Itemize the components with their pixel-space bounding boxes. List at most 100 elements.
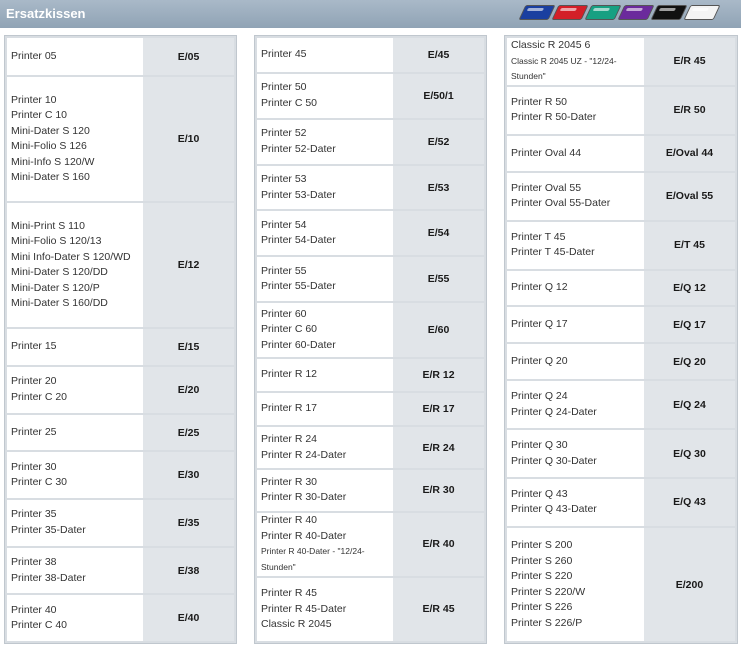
pad-code-cell: E/15: [143, 329, 234, 366]
pad-code-cell: E/Q 43: [644, 479, 735, 526]
product-names-cell: Printer 10 Printer C 10 Mini-Dater S 120 Mi…: [7, 77, 143, 202]
product-name: Printer 38: [11, 556, 57, 569]
pad-code-cell: E/55: [393, 257, 484, 302]
table-row: Printer 50 Printer C 50 E/50/1: [257, 74, 484, 118]
table-row: Printer T 45 Printer T 45-Dater E/T 45: [507, 221, 735, 269]
swatch-shine: [625, 8, 644, 11]
product-name: Printer Q 30: [511, 439, 568, 452]
product-names-cell: Printer R 45 Printer R 45-Dater Classic R …: [257, 577, 393, 642]
color-swatch-violet[interactable]: [617, 5, 655, 20]
product-name: Printer S 226/P: [511, 616, 583, 629]
product-name: Mini-Dater S 120: [11, 124, 90, 137]
table-row: Printer R 50 Printer R 50-Dater E/R 50: [507, 86, 735, 134]
color-swatch-white[interactable]: [683, 5, 721, 20]
product-name: Mini-Dater S 120/DD: [11, 266, 108, 279]
product-names-cell: Printer 54 Printer 54-Dater: [257, 211, 393, 256]
product-name: Printer S 220: [511, 570, 573, 582]
pad-code-cell: E/Q 20: [644, 344, 735, 380]
table-row: Printer 52 Printer 52-Dater E/52: [257, 119, 484, 164]
table-row: Printer 10 Printer C 10 Mini-Dater S 120 Mi…: [7, 77, 234, 202]
section-title: Ersatzkissen: [6, 6, 86, 21]
product-name: Printer Oval 55-Dater: [511, 197, 611, 210]
product-names-cell: Printer Q 17: [507, 307, 644, 343]
product-name: Printer R 30-Dater: [261, 491, 347, 504]
product-names-cell: Printer 60 Printer C 60 Printer 60-Dater: [257, 303, 393, 357]
product-name: Printer R 30: [261, 475, 318, 488]
product-name: Printer Q 12: [511, 281, 568, 294]
product-name: Printer Q 20: [511, 354, 568, 367]
color-swatch-green[interactable]: [584, 5, 622, 20]
table-row: Printer R 17 E/R 17: [257, 393, 484, 426]
product-names-cell: Printer R 24 Printer R 24-Dater: [257, 427, 393, 468]
table-row: Mini-Print S 110 Mini-Folio S 120/13 Mini …: [7, 203, 234, 328]
table-row: Printer Oval 55 Printer Oval 55-Dater E/Ov…: [507, 172, 735, 220]
product-name: Printer S 220/W: [511, 585, 586, 598]
product-name: Printer R 17: [261, 402, 318, 415]
product-name: Printer Q 43: [511, 487, 568, 500]
pad-code-cell: E/50/1: [393, 74, 484, 118]
table-row: Printer R 30 Printer R 30-Dater E/R 30: [257, 469, 484, 511]
product-name: Printer C 30: [11, 476, 68, 489]
product-names-cell: Printer 30 Printer C 30: [7, 452, 143, 499]
pad-code-cell: E/40: [143, 595, 234, 641]
product-name: Mini-Print S 110: [11, 219, 85, 232]
product-name: Printer S 260: [511, 554, 573, 567]
product-names-cell: Classic R 2045 6 Classic R 2045 UZ - "12/…: [507, 38, 644, 85]
swatch-shine: [526, 8, 545, 11]
product-name: Mini-Folio S 120/13: [11, 235, 102, 248]
product-names-cell: Printer 40 Printer C 40: [7, 595, 143, 641]
product-name: Printer R 50: [511, 95, 568, 108]
table-row: Printer 40 Printer C 40 E/40: [7, 595, 234, 641]
product-name: Printer 60: [261, 307, 307, 320]
product-name: Printer 60-Dater: [261, 338, 336, 351]
table-row: Printer Q 17 E/Q 17: [507, 307, 735, 343]
product-names-cell: Mini-Print S 110 Mini-Folio S 120/13 Mini …: [7, 203, 143, 328]
pad-code-cell: E/Oval 44: [644, 135, 735, 171]
product-names-cell: Printer S 200 Printer S 260 Printer S 220 P…: [507, 527, 644, 642]
product-name: Mini-Dater S 160/DD: [11, 297, 108, 310]
product-names-cell: Printer 35 Printer 35-Dater: [7, 500, 143, 546]
pad-code-cell: E/30: [143, 452, 234, 499]
product-name: Mini-Info S 120/W: [11, 155, 95, 168]
pad-code-cell: E/20: [143, 367, 234, 413]
product-name: Mini-Dater S 120/P: [11, 281, 100, 294]
product-name: Printer R 40: [261, 514, 318, 527]
product-name: Printer 54: [261, 218, 307, 231]
product-names-cell: Printer Q 12: [507, 270, 644, 306]
product-name: Printer 10: [11, 93, 57, 106]
table-row: Printer 35 Printer 35-Dater E/35: [7, 500, 234, 546]
product-name: Printer 45: [261, 48, 307, 61]
table-row: Printer 15 E/15: [7, 329, 234, 366]
product-name: Printer R 45-Dater: [261, 602, 347, 615]
pad-code-cell: E/R 17: [393, 393, 484, 426]
swatch-shine: [691, 8, 710, 11]
swatch-shine: [658, 8, 677, 11]
table-column-3: Classic R 2045 6 Classic R 2045 UZ - "12/…: [504, 35, 738, 644]
product-name: Printer 38-Dater: [11, 571, 86, 584]
product-names-cell: Printer R 30 Printer R 30-Dater: [257, 469, 393, 511]
table-row: Printer 05 E/05: [7, 38, 234, 76]
product-name: Printer Q 17: [511, 318, 568, 331]
product-name: Printer 35-Dater: [11, 523, 86, 536]
product-name: Printer S 226: [511, 601, 573, 613]
swatch-shine: [559, 8, 578, 11]
pad-code-cell: E/35: [143, 500, 234, 546]
product-names-cell: Printer 52 Printer 52-Dater: [257, 119, 393, 164]
product-name: Printer 53-Dater: [261, 188, 336, 201]
color-swatch-blue[interactable]: [518, 5, 556, 20]
pad-code-cell: E/54: [393, 211, 484, 256]
product-name: Printer Oval 55: [511, 181, 582, 194]
table-row: Printer 30 Printer C 30 E/30: [7, 452, 234, 499]
product-name: Classic R 2045 6: [511, 39, 591, 52]
product-names-cell: Printer T 45 Printer T 45-Dater: [507, 221, 644, 269]
color-swatch-black[interactable]: [650, 5, 688, 20]
color-swatch-red[interactable]: [551, 5, 589, 20]
table-row: Printer Q 20 E/Q 20: [507, 344, 735, 380]
product-name: Printer 15: [11, 340, 57, 353]
product-name: Printer 55: [261, 264, 307, 277]
product-names-cell: Printer Oval 44: [507, 135, 644, 171]
product-names-cell: Printer 53 Printer 53-Dater: [257, 165, 393, 210]
product-names-cell: Printer R 40 Printer R 40-Dater Printer R …: [257, 512, 393, 576]
table-row: Printer 45 E/45: [257, 38, 484, 73]
pad-code-cell: E/45: [393, 38, 484, 73]
